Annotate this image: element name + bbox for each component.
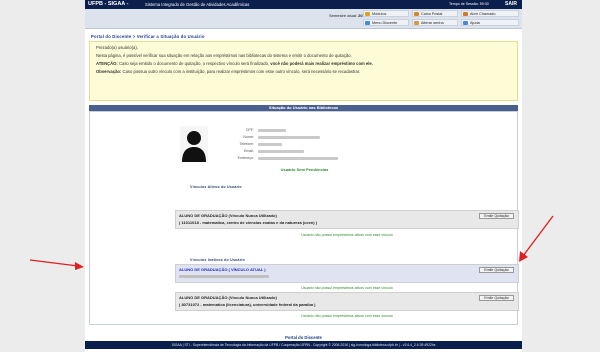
redacted-course <box>179 275 269 278</box>
issue-clearance-button[interactable]: Emitir Quitação <box>479 295 514 301</box>
notice-greeting: Prezado(a) usuário(a), <box>96 45 138 50</box>
phone-value <box>258 143 282 146</box>
issue-clearance-button[interactable]: Emitir Quitação <box>479 267 514 273</box>
name-label: Nome: <box>243 135 254 139</box>
address-value <box>258 157 338 160</box>
modules-link[interactable]: Módulos <box>363 10 409 17</box>
key-icon <box>414 21 419 25</box>
page: UFPB - SIGAA - Sistema Integrado de Gest… <box>85 0 522 352</box>
inactive-link-entry: ALUNO DE GRADUAÇÃO (Vínculo Nunca Utiliz… <box>175 292 519 311</box>
notice-box: Prezado(a) usuário(a), Nesta página, é p… <box>89 41 518 101</box>
issue-clearance-button[interactable]: Emitir Quitação <box>479 213 514 219</box>
help-link[interactable]: Ajuda <box>461 19 519 26</box>
no-loans-message: Usuário não possui empréstimos ativos co… <box>301 314 393 318</box>
active-links-title: Vínculos Ativos do Usuário <box>190 185 242 189</box>
cpf-label: CPF: <box>245 128 254 132</box>
info-bar: Semestre atual: 2015.2 Módulos Caixa Pos… <box>85 9 522 29</box>
change-password-link[interactable]: Alterar senha <box>412 19 458 26</box>
top-bar: UFPB - SIGAA - Sistema Integrado de Gest… <box>85 0 522 9</box>
entry-course: ( 80731072 - matematica (licenciatura), … <box>179 302 316 307</box>
footer: SIGAA | STI - Superintendência de Tecnol… <box>85 341 522 349</box>
red-arrow-left-icon <box>29 259 84 270</box>
email-value <box>258 150 304 153</box>
inactive-link-entry-current: ALUNO DE GRADUAÇÃO ( VÍNCULO ATUAL ) Emi… <box>175 264 519 283</box>
no-loans-message: Usuário não possui empréstimos ativos co… <box>301 233 393 237</box>
entry-course: ( 11011018 - matematica, centro de cienc… <box>179 220 318 225</box>
student-menu-link[interactable]: Menu Discente <box>363 19 409 26</box>
notice-line: Nesta página, é possível verificar sua s… <box>96 53 352 58</box>
open-ticket-link[interactable]: Abrir Chamado <box>461 10 519 17</box>
entry-title: ALUNO DE GRADUAÇÃO (Vínculo Nunca Utiliz… <box>179 295 277 300</box>
inactive-links-title: Vínculos Inativos do Usuário <box>190 258 245 262</box>
phone-label: Telefone: <box>239 142 254 146</box>
name-value <box>258 136 320 139</box>
logout-link[interactable]: SAIR <box>505 1 517 7</box>
modules-icon <box>365 12 370 16</box>
mailbox-link[interactable]: Caixa Postal <box>412 10 458 17</box>
no-loans-message: Usuário não possui empréstimos ativos co… <box>301 286 393 290</box>
address-label: Endereço: <box>237 156 254 160</box>
footer-portal-link[interactable]: Portal do Discente <box>89 335 518 340</box>
breadcrumb[interactable]: Portal do Discente > Verificar a Situaçã… <box>91 34 205 39</box>
system-subtitle: Sistema Integrado de Gestão de Atividade… <box>145 2 250 7</box>
help-icon <box>463 21 468 25</box>
notice-attention: ATENÇÃO: Caso seja emitido o documento d… <box>96 61 373 66</box>
notice-observation: Observação: Caso possua outro vínculo co… <box>96 69 361 74</box>
avatar <box>180 126 208 162</box>
mailbox-icon <box>414 12 419 16</box>
cpf-value <box>258 129 286 132</box>
red-arrow-right-icon <box>519 215 554 262</box>
menu-icon <box>365 21 370 25</box>
user-status-panel: CPF: Nome: Telefone: Email: Endereço: Us… <box>89 111 519 325</box>
active-link-entry: ALUNO DE GRADUAÇÃO (Vínculo Nunca Utiliz… <box>175 210 519 229</box>
status-message: Usuário Sem Pendências <box>280 167 329 172</box>
brand-title: UFPB - SIGAA - <box>88 1 129 7</box>
ticket-icon <box>463 12 468 16</box>
session-timer: Tempo de Sessão: 59:30 <box>449 2 489 6</box>
email-label: Email: <box>244 149 254 153</box>
entry-title: ALUNO DE GRADUAÇÃO ( VÍNCULO ATUAL ) <box>179 267 266 272</box>
entry-title: ALUNO DE GRADUAÇÃO (Vínculo Nunca Utiliz… <box>179 213 277 218</box>
